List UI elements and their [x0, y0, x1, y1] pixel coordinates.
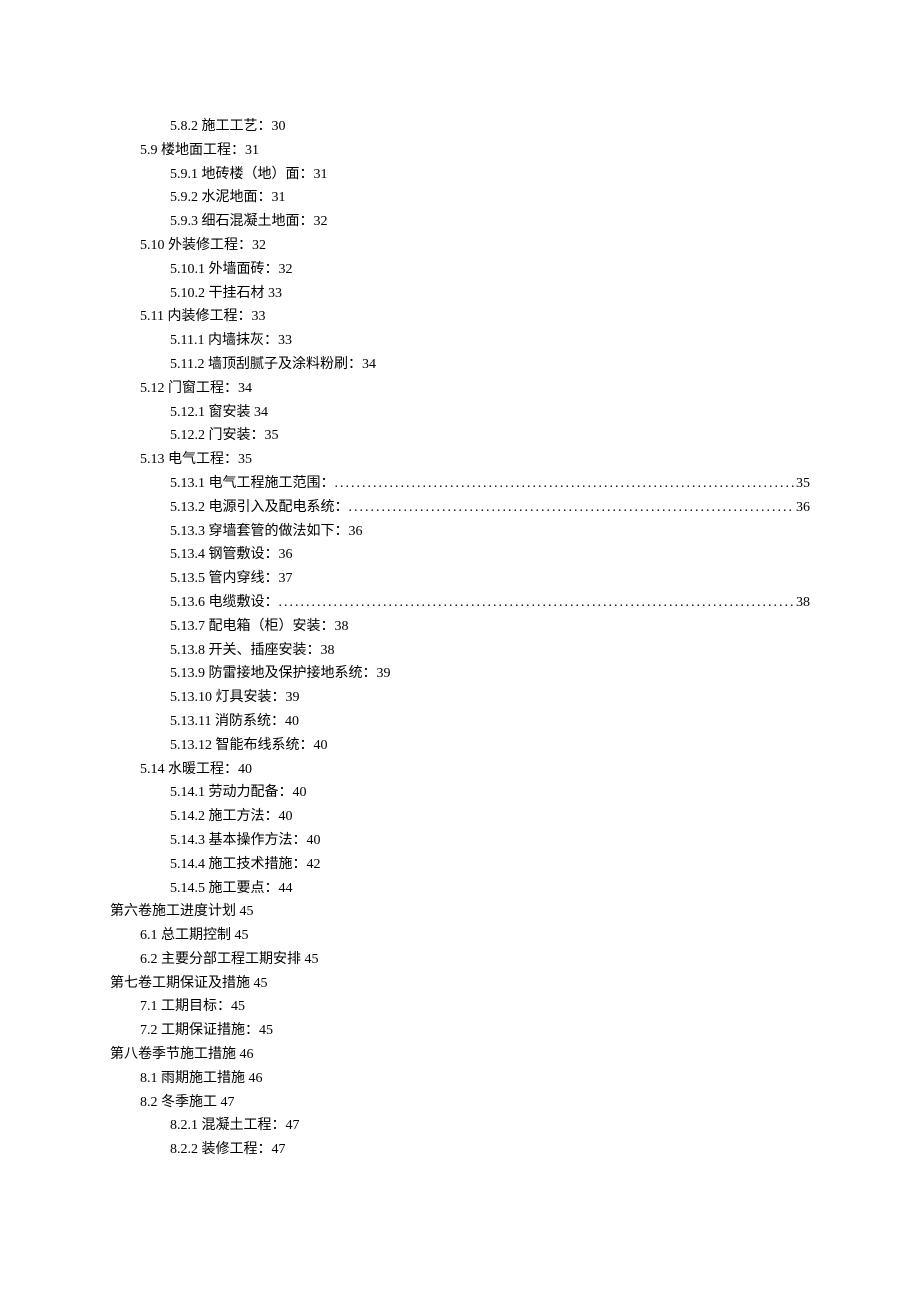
toc-entry-label: 5.11.2 墙顶刮腻子及涂料粉刷：34 [170, 353, 376, 377]
toc-entry: 6.2 主要分部工程工期安排 45 [110, 948, 810, 972]
toc-entry: 5.13.4 钢管敷设：36 [110, 543, 810, 567]
toc-entry: 5.14.5 施工要点：44 [110, 877, 810, 901]
toc-entry-label: 5.13.5 管内穿线：37 [170, 567, 293, 591]
toc-entry: 5.13.10 灯具安装：39 [110, 686, 810, 710]
toc-entry: 5.13.12 智能布线系统：40 [110, 734, 810, 758]
toc-entry-label: 5.13.2 电源引入及配电系统： [170, 496, 349, 520]
toc-entry-label: 5.13.11 消防系统：40 [170, 710, 299, 734]
toc-entry-label: 第七卷工期保证及措施 45 [110, 972, 268, 996]
toc-entry-label: 5.9.3 细石混凝土地面：32 [170, 210, 328, 234]
toc-entry: 5.10.1 外墙面砖：32 [110, 258, 810, 282]
toc-entry-label: 5.14.4 施工技术措施：42 [170, 853, 321, 877]
toc-entry: 5.11.1 内墙抹灰：33 [110, 329, 810, 353]
toc-entry: 8.2.1 混凝土工程：47 [110, 1114, 810, 1138]
toc-entry-label: 5.13.1 电气工程施工范围： [170, 472, 335, 496]
toc-entry: 5.14.2 施工方法：40 [110, 805, 810, 829]
toc-entry-label: 5.13.6 电缆敷设： [170, 591, 279, 615]
toc-entry-label: 5.14.2 施工方法：40 [170, 805, 293, 829]
toc-entry-label: 5.13.4 钢管敷设：36 [170, 543, 293, 567]
toc-entry-label: 8.1 雨期施工措施 46 [140, 1067, 263, 1091]
toc-entry: 5.14.1 劳动力配备：40 [110, 781, 810, 805]
toc-entry: 5.13.11 消防系统：40 [110, 710, 810, 734]
toc-entry: 5.13.9 防雷接地及保护接地系统：39 [110, 662, 810, 686]
toc-entry-label: 5.9.1 地砖楼（地）面：31 [170, 163, 328, 187]
table-of-contents: 5.8.2 施工工艺：305.9 楼地面工程：315.9.1 地砖楼（地）面：3… [110, 115, 810, 1162]
toc-entry: 5.14.4 施工技术措施：42 [110, 853, 810, 877]
toc-entry: 5.12 门窗工程：34 [110, 377, 810, 401]
toc-entry-label: 5.14 水暖工程：40 [140, 758, 252, 782]
toc-entry: 5.11.2 墙顶刮腻子及涂料粉刷：34 [110, 353, 810, 377]
toc-page-number: 36 [794, 496, 810, 520]
toc-entry-label: 6.2 主要分部工程工期安排 45 [140, 948, 319, 972]
toc-entry-label: 5.10 外装修工程：32 [140, 234, 266, 258]
toc-leader-dots [335, 472, 795, 496]
toc-entry: 5.13.3 穿墙套管的做法如下：36 [110, 520, 810, 544]
toc-entry: 5.13 电气工程：35 [110, 448, 810, 472]
toc-entry: 5.10 外装修工程：32 [110, 234, 810, 258]
toc-entry: 5.13.6 电缆敷设： 38 [110, 591, 810, 615]
toc-entry: 5.9 楼地面工程：31 [110, 139, 810, 163]
toc-entry-label: 5.13.9 防雷接地及保护接地系统：39 [170, 662, 391, 686]
toc-entry: 第七卷工期保证及措施 45 [110, 972, 810, 996]
toc-entry: 8.1 雨期施工措施 46 [110, 1067, 810, 1091]
toc-entry: 5.10.2 干挂石材 33 [110, 282, 810, 306]
toc-entry-label: 8.2.2 装修工程：47 [170, 1138, 286, 1162]
toc-entry: 5.11 内装修工程：33 [110, 305, 810, 329]
toc-entry: 8.2.2 装修工程：47 [110, 1138, 810, 1162]
toc-entry-label: 5.9.2 水泥地面：31 [170, 186, 286, 210]
toc-entry-label: 5.14.1 劳动力配备：40 [170, 781, 307, 805]
toc-entry-label: 5.13.7 配电箱（柜）安装：38 [170, 615, 349, 639]
toc-entry-label: 5.13.3 穿墙套管的做法如下：36 [170, 520, 363, 544]
toc-leader-dots [349, 496, 795, 520]
toc-entry: 6.1 总工期控制 45 [110, 924, 810, 948]
toc-entry: 5.13.5 管内穿线：37 [110, 567, 810, 591]
toc-entry: 5.12.2 门安装：35 [110, 424, 810, 448]
toc-entry-label: 第八卷季节施工措施 46 [110, 1043, 254, 1067]
toc-entry-label: 7.2 工期保证措施：45 [140, 1019, 273, 1043]
toc-entry: 5.14.3 基本操作方法：40 [110, 829, 810, 853]
toc-entry-label: 5.13.8 开关、插座安装：38 [170, 639, 335, 663]
toc-entry: 5.9.3 细石混凝土地面：32 [110, 210, 810, 234]
toc-entry: 第八卷季节施工措施 46 [110, 1043, 810, 1067]
toc-entry-label: 5.13.10 灯具安装：39 [170, 686, 300, 710]
toc-entry: 5.14 水暖工程：40 [110, 758, 810, 782]
toc-entry: 7.1 工期目标：45 [110, 995, 810, 1019]
toc-entry-label: 5.11.1 内墙抹灰：33 [170, 329, 292, 353]
toc-entry-label: 5.13.12 智能布线系统：40 [170, 734, 328, 758]
toc-entry-label: 8.2 冬季施工 47 [140, 1091, 235, 1115]
toc-entry-label: 第六卷施工进度计划 45 [110, 900, 254, 924]
toc-entry: 第六卷施工进度计划 45 [110, 900, 810, 924]
toc-entry-label: 5.12 门窗工程：34 [140, 377, 252, 401]
toc-entry-label: 5.14.3 基本操作方法：40 [170, 829, 321, 853]
toc-page-number: 35 [794, 472, 810, 496]
toc-leader-dots [279, 591, 795, 615]
toc-entry-label: 5.14.5 施工要点：44 [170, 877, 293, 901]
toc-entry: 5.9.1 地砖楼（地）面：31 [110, 163, 810, 187]
toc-entry: 5.13.7 配电箱（柜）安装：38 [110, 615, 810, 639]
toc-entry-label: 5.10.2 干挂石材 33 [170, 282, 282, 306]
toc-entry-label: 6.1 总工期控制 45 [140, 924, 249, 948]
toc-entry: 5.12.1 窗安装 34 [110, 401, 810, 425]
toc-entry: 7.2 工期保证措施：45 [110, 1019, 810, 1043]
toc-entry: 5.13.1 电气工程施工范围： 35 [110, 472, 810, 496]
toc-entry: 5.9.2 水泥地面：31 [110, 186, 810, 210]
toc-entry: 5.13.2 电源引入及配电系统： 36 [110, 496, 810, 520]
toc-entry: 5.13.8 开关、插座安装：38 [110, 639, 810, 663]
toc-entry: 5.8.2 施工工艺：30 [110, 115, 810, 139]
toc-entry-label: 5.8.2 施工工艺：30 [170, 115, 286, 139]
toc-entry-label: 5.12.1 窗安装 34 [170, 401, 268, 425]
toc-entry-label: 7.1 工期目标：45 [140, 995, 245, 1019]
toc-entry-label: 5.10.1 外墙面砖：32 [170, 258, 293, 282]
toc-entry-label: 5.12.2 门安装：35 [170, 424, 279, 448]
toc-entry: 8.2 冬季施工 47 [110, 1091, 810, 1115]
toc-entry-label: 5.11 内装修工程：33 [140, 305, 265, 329]
toc-entry-label: 5.13 电气工程：35 [140, 448, 252, 472]
toc-page-number: 38 [794, 591, 810, 615]
toc-entry-label: 8.2.1 混凝土工程：47 [170, 1114, 300, 1138]
toc-entry-label: 5.9 楼地面工程：31 [140, 139, 259, 163]
